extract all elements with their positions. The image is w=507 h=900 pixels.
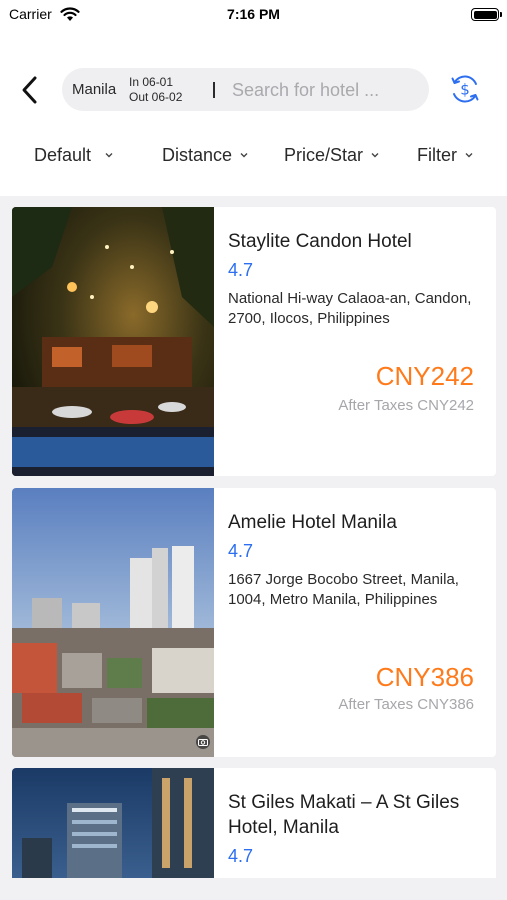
hotel-card[interactable]: St Giles Makati – A St Giles Hotel, Mani… [12, 768, 496, 878]
sort-filter[interactable]: Filter [417, 145, 473, 166]
sort-distance-label: Distance [162, 145, 233, 165]
hotel-photo [12, 207, 214, 476]
check-out-date: Out 06-02 [129, 90, 183, 104]
hotel-card[interactable]: Staylite Candon Hotel 4.7 National Hi-wa… [12, 207, 496, 476]
hotel-photo [12, 768, 214, 878]
battery-icon [471, 8, 502, 21]
header-area: Carrier 7:16 PM Manila In 06-01 Out 06-0… [0, 0, 507, 196]
check-in-date: In 06-01 [129, 75, 174, 89]
hotel-name: Staylite Candon Hotel [228, 231, 412, 252]
sort-price-star-label: Price/Star [284, 145, 364, 165]
hotel-price: CNY386 [375, 662, 474, 692]
date-range[interactable]: In 06-01 Out 06-02 [129, 75, 182, 105]
hotel-photo [12, 488, 214, 757]
sort-default[interactable]: Default [34, 145, 113, 166]
search-divider [213, 82, 215, 98]
camera-icon [196, 735, 210, 749]
hotel-rating: 4.7 [228, 260, 254, 280]
chevron-down-icon [105, 153, 113, 158]
hotel-card[interactable]: Amelie Hotel Manila 4.7 1667 Jorge Bocob… [12, 488, 496, 757]
sort-distance[interactable]: Distance [162, 145, 248, 166]
hotel-name: Amelie Hotel Manila [228, 512, 397, 533]
status-bar: Carrier 7:16 PM [0, 0, 507, 30]
city-label[interactable]: Manila [72, 81, 116, 98]
sort-filter-label: Filter [417, 145, 457, 165]
hotel-price-after-taxes: After Taxes CNY242 [338, 397, 474, 414]
hotel-address: 1667 Jorge Bocobo Street, Manila, 1004, … [228, 571, 459, 608]
hotel-search-input[interactable] [232, 78, 417, 102]
hotel-price: CNY242 [375, 361, 474, 391]
search-bar[interactable]: Manila In 06-01 Out 06-02 [62, 68, 429, 111]
svg-text:$: $ [460, 81, 470, 99]
currency-exchange-icon[interactable]: $ [449, 73, 481, 105]
chevron-down-icon [371, 153, 379, 158]
chevron-down-icon [465, 153, 473, 158]
hotel-name: St Giles Makati – A St Giles Hotel, Mani… [228, 792, 460, 838]
hotel-price-after-taxes: After Taxes CNY386 [338, 696, 474, 713]
clock: 7:16 PM [227, 6, 280, 22]
chevron-left-icon[interactable] [16, 72, 44, 108]
sort-price-star[interactable]: Price/Star [284, 145, 379, 166]
hotel-rating: 4.7 [228, 846, 254, 866]
hotel-rating: 4.7 [228, 541, 254, 561]
sort-default-label: Default [34, 145, 92, 165]
hotel-address: National Hi-way Calaoa-an, Candon, 2700,… [228, 290, 472, 327]
chevron-down-icon [240, 153, 248, 158]
